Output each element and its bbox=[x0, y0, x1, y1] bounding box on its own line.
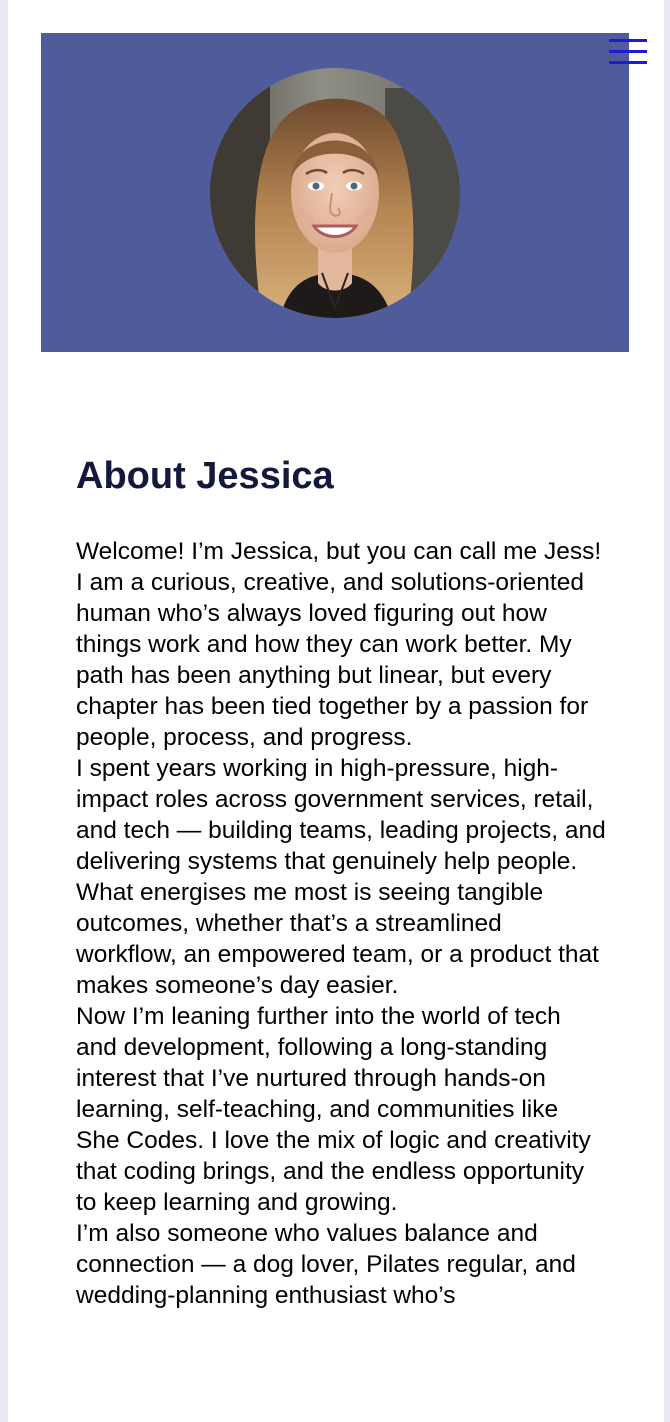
menu-bar-middle bbox=[609, 50, 647, 53]
menu-bar-top bbox=[609, 39, 647, 42]
hero-banner bbox=[41, 33, 629, 352]
menu-bar-bottom bbox=[609, 61, 647, 64]
about-paragraph: I’m also someone who values balance and … bbox=[76, 1220, 576, 1309]
hamburger-menu-icon[interactable] bbox=[608, 37, 648, 67]
about-paragraph: I am a curious, creative, and solutions-… bbox=[76, 569, 589, 751]
about-paragraph: I spent years working in high-pressure, … bbox=[76, 755, 606, 999]
page: About Jessica Welcome! I’m Jessica, but … bbox=[8, 0, 664, 1422]
about-section: About Jessica Welcome! I’m Jessica, but … bbox=[76, 450, 608, 1311]
profile-photo bbox=[210, 68, 460, 318]
profile-photo-image bbox=[210, 68, 460, 318]
about-heading: About Jessica bbox=[76, 455, 334, 497]
about-paragraph: Now I’m leaning further into the world o… bbox=[76, 1003, 591, 1216]
about-paragraph: Welcome! I’m Jessica, but you can call m… bbox=[76, 538, 602, 565]
